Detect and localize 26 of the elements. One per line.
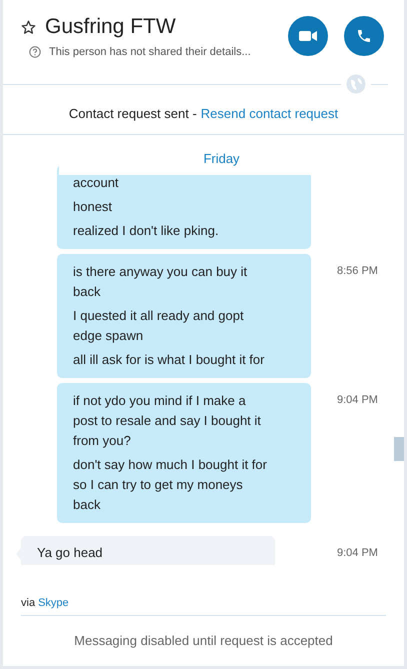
via-text: via: [21, 596, 36, 610]
message-text: realized I don't like pking.: [73, 222, 220, 240]
messaging-disabled-notice: Messaging disabled until request is accepted: [74, 632, 333, 650]
message-time: 8:56 PM: [337, 264, 378, 279]
phone-call-button[interactable]: [344, 16, 384, 56]
message-text: all ill ask for is what I bought it for: [73, 351, 266, 369]
message-text: honest: [73, 198, 114, 216]
skype-link[interactable]: Skype: [38, 594, 69, 611]
message-text: if not ydo you mind if I make a post to resale and say I bought it from you?: [73, 392, 262, 450]
message-text: don't say how much I bought it for so I can try to get my moneys back: [73, 456, 268, 514]
message-text: is there anyway you can buy it back: [73, 263, 248, 301]
scrollbar-thumb[interactable]: [394, 437, 404, 461]
message-text: account: [73, 174, 120, 192]
help-icon[interactable]: [29, 46, 41, 58]
contact-name: Gusfring FTW: [45, 14, 176, 40]
message-time: 9:04 PM: [337, 546, 378, 561]
day-label: Friday: [203, 150, 240, 168]
request-status-text: Contact request sent -: [68, 105, 197, 124]
star-icon[interactable]: [21, 20, 36, 34]
message-time: 9:04 PM: [337, 393, 378, 408]
video-call-button[interactable]: [288, 16, 328, 56]
resend-request-link[interactable]: Resend contact request: [200, 104, 338, 124]
status-text: This person has not shared their details...: [49, 45, 251, 60]
message-text: Ya go head: [37, 544, 104, 562]
phone-icon: [356, 28, 372, 44]
video-camera-icon: [299, 30, 317, 42]
